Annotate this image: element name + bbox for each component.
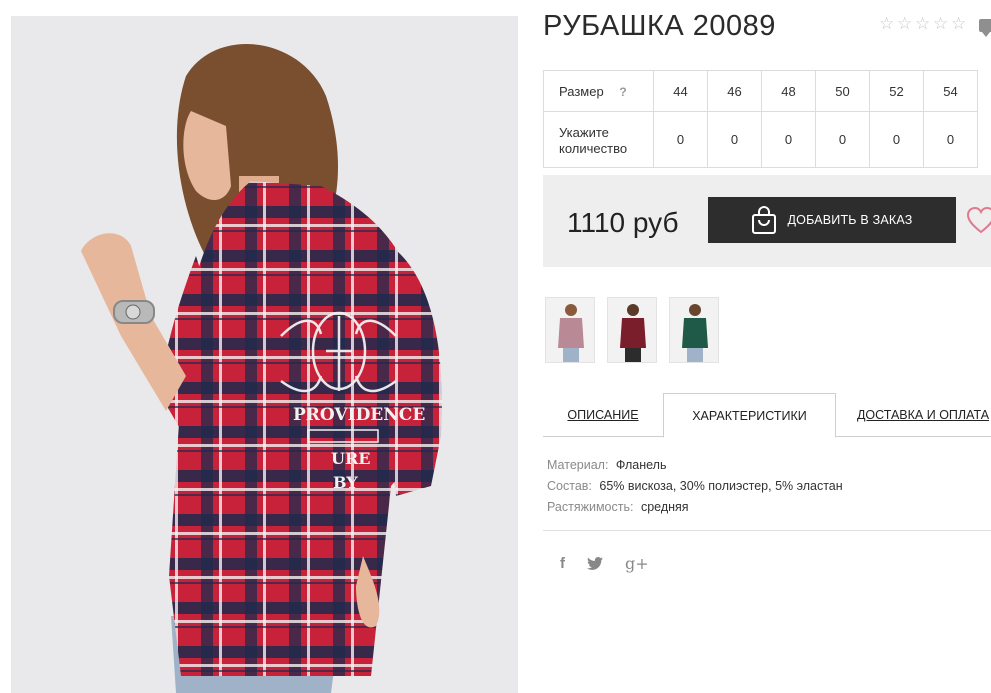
star-icon[interactable]: ☆ bbox=[879, 16, 896, 33]
price-panel: 1110 руб ДОБАВИТЬ В ЗАКАЗ bbox=[543, 175, 991, 267]
size-label: Размер bbox=[559, 83, 604, 99]
size-cell: 48 bbox=[761, 70, 816, 112]
characteristic-key: Состав: bbox=[547, 479, 592, 493]
shopping-bag-icon bbox=[752, 206, 777, 234]
heart-icon[interactable] bbox=[966, 206, 991, 234]
characteristic-row: Состав: 65% вискоза, 30% полиэстер, 5% э… bbox=[547, 476, 843, 497]
star-icon[interactable]: ☆ bbox=[951, 16, 968, 33]
tab-delivery-payment[interactable]: ДОСТАВКА И ОПЛАТА bbox=[855, 393, 991, 437]
quantity-input[interactable]: 0 bbox=[815, 111, 870, 168]
twitter-icon[interactable] bbox=[587, 557, 603, 570]
size-cell: 46 bbox=[707, 70, 762, 112]
size-cell: 54 bbox=[923, 70, 978, 112]
quantity-label-line1: Укажите bbox=[559, 124, 609, 140]
comment-icon[interactable] bbox=[979, 19, 991, 37]
svg-text:BY: BY bbox=[333, 473, 358, 492]
star-icon[interactable]: ☆ bbox=[897, 16, 914, 33]
characteristic-row: Материал: Фланель bbox=[547, 455, 843, 476]
quantity-input[interactable]: 0 bbox=[923, 111, 978, 168]
size-help-icon[interactable]: ? bbox=[619, 85, 626, 99]
product-price: 1110 руб bbox=[567, 207, 679, 238]
quantity-input[interactable]: 0 bbox=[653, 111, 708, 168]
characteristic-key: Растяжимость: bbox=[547, 500, 634, 514]
characteristic-value: 65% вискоза, 30% полиэстер, 5% эластан bbox=[599, 479, 843, 493]
product-title: РУБАШКА 20089 bbox=[543, 10, 776, 42]
characteristic-value: средняя bbox=[640, 500, 689, 514]
tab-characteristics[interactable]: ХАРАКТЕРИСТИКИ bbox=[663, 393, 836, 438]
characteristic-row: Растяжимость: средняя bbox=[547, 497, 843, 518]
quantity-label-cell: Укажите количество bbox=[543, 111, 654, 168]
star-icon[interactable]: ☆ bbox=[933, 16, 950, 33]
divider bbox=[543, 530, 991, 531]
quantity-input[interactable]: 0 bbox=[707, 111, 762, 168]
characteristic-key: Материал: bbox=[547, 458, 609, 472]
google-plus-icon[interactable]: g+ bbox=[625, 554, 649, 573]
characteristics-list: Материал: Фланель Состав: 65% вискоза, 3… bbox=[547, 455, 843, 518]
quantity-input[interactable]: 0 bbox=[869, 111, 924, 168]
tab-description[interactable]: ОПИСАНИЕ bbox=[557, 393, 649, 437]
svg-text:PROVIDENCE: PROVIDENCE bbox=[293, 405, 425, 425]
thumbnail-image[interactable] bbox=[669, 297, 719, 363]
size-quantity-table: Размер ? 44 46 48 50 52 54 Укажите колич… bbox=[543, 70, 978, 168]
quantity-input[interactable]: 0 bbox=[761, 111, 816, 168]
quantity-label-line2: количество bbox=[559, 140, 628, 156]
rating-stars[interactable]: ☆ ☆ ☆ ☆ ☆ bbox=[879, 16, 968, 33]
star-icon[interactable]: ☆ bbox=[915, 16, 932, 33]
facebook-icon[interactable]: f bbox=[560, 555, 565, 572]
size-label-cell: Размер ? bbox=[543, 70, 654, 112]
svg-text:URE: URE bbox=[331, 449, 370, 468]
size-cell: 44 bbox=[653, 70, 708, 112]
characteristic-value: Фланель bbox=[615, 458, 667, 472]
size-cell: 52 bbox=[869, 70, 924, 112]
product-tabs: ОПИСАНИЕ ХАРАКТЕРИСТИКИ ДОСТАВКА И ОПЛАТ… bbox=[543, 393, 991, 438]
add-to-order-button[interactable]: ДОБАВИТЬ В ЗАКАЗ bbox=[708, 197, 956, 243]
size-cell: 50 bbox=[815, 70, 870, 112]
thumbnail-image[interactable] bbox=[607, 297, 657, 363]
add-to-order-label: ДОБАВИТЬ В ЗАКАЗ bbox=[787, 213, 913, 227]
social-share: f g+ bbox=[560, 554, 649, 573]
thumbnail-image[interactable] bbox=[545, 297, 595, 363]
main-product-photo[interactable]: PROVIDENCE URE BY bbox=[11, 16, 518, 693]
